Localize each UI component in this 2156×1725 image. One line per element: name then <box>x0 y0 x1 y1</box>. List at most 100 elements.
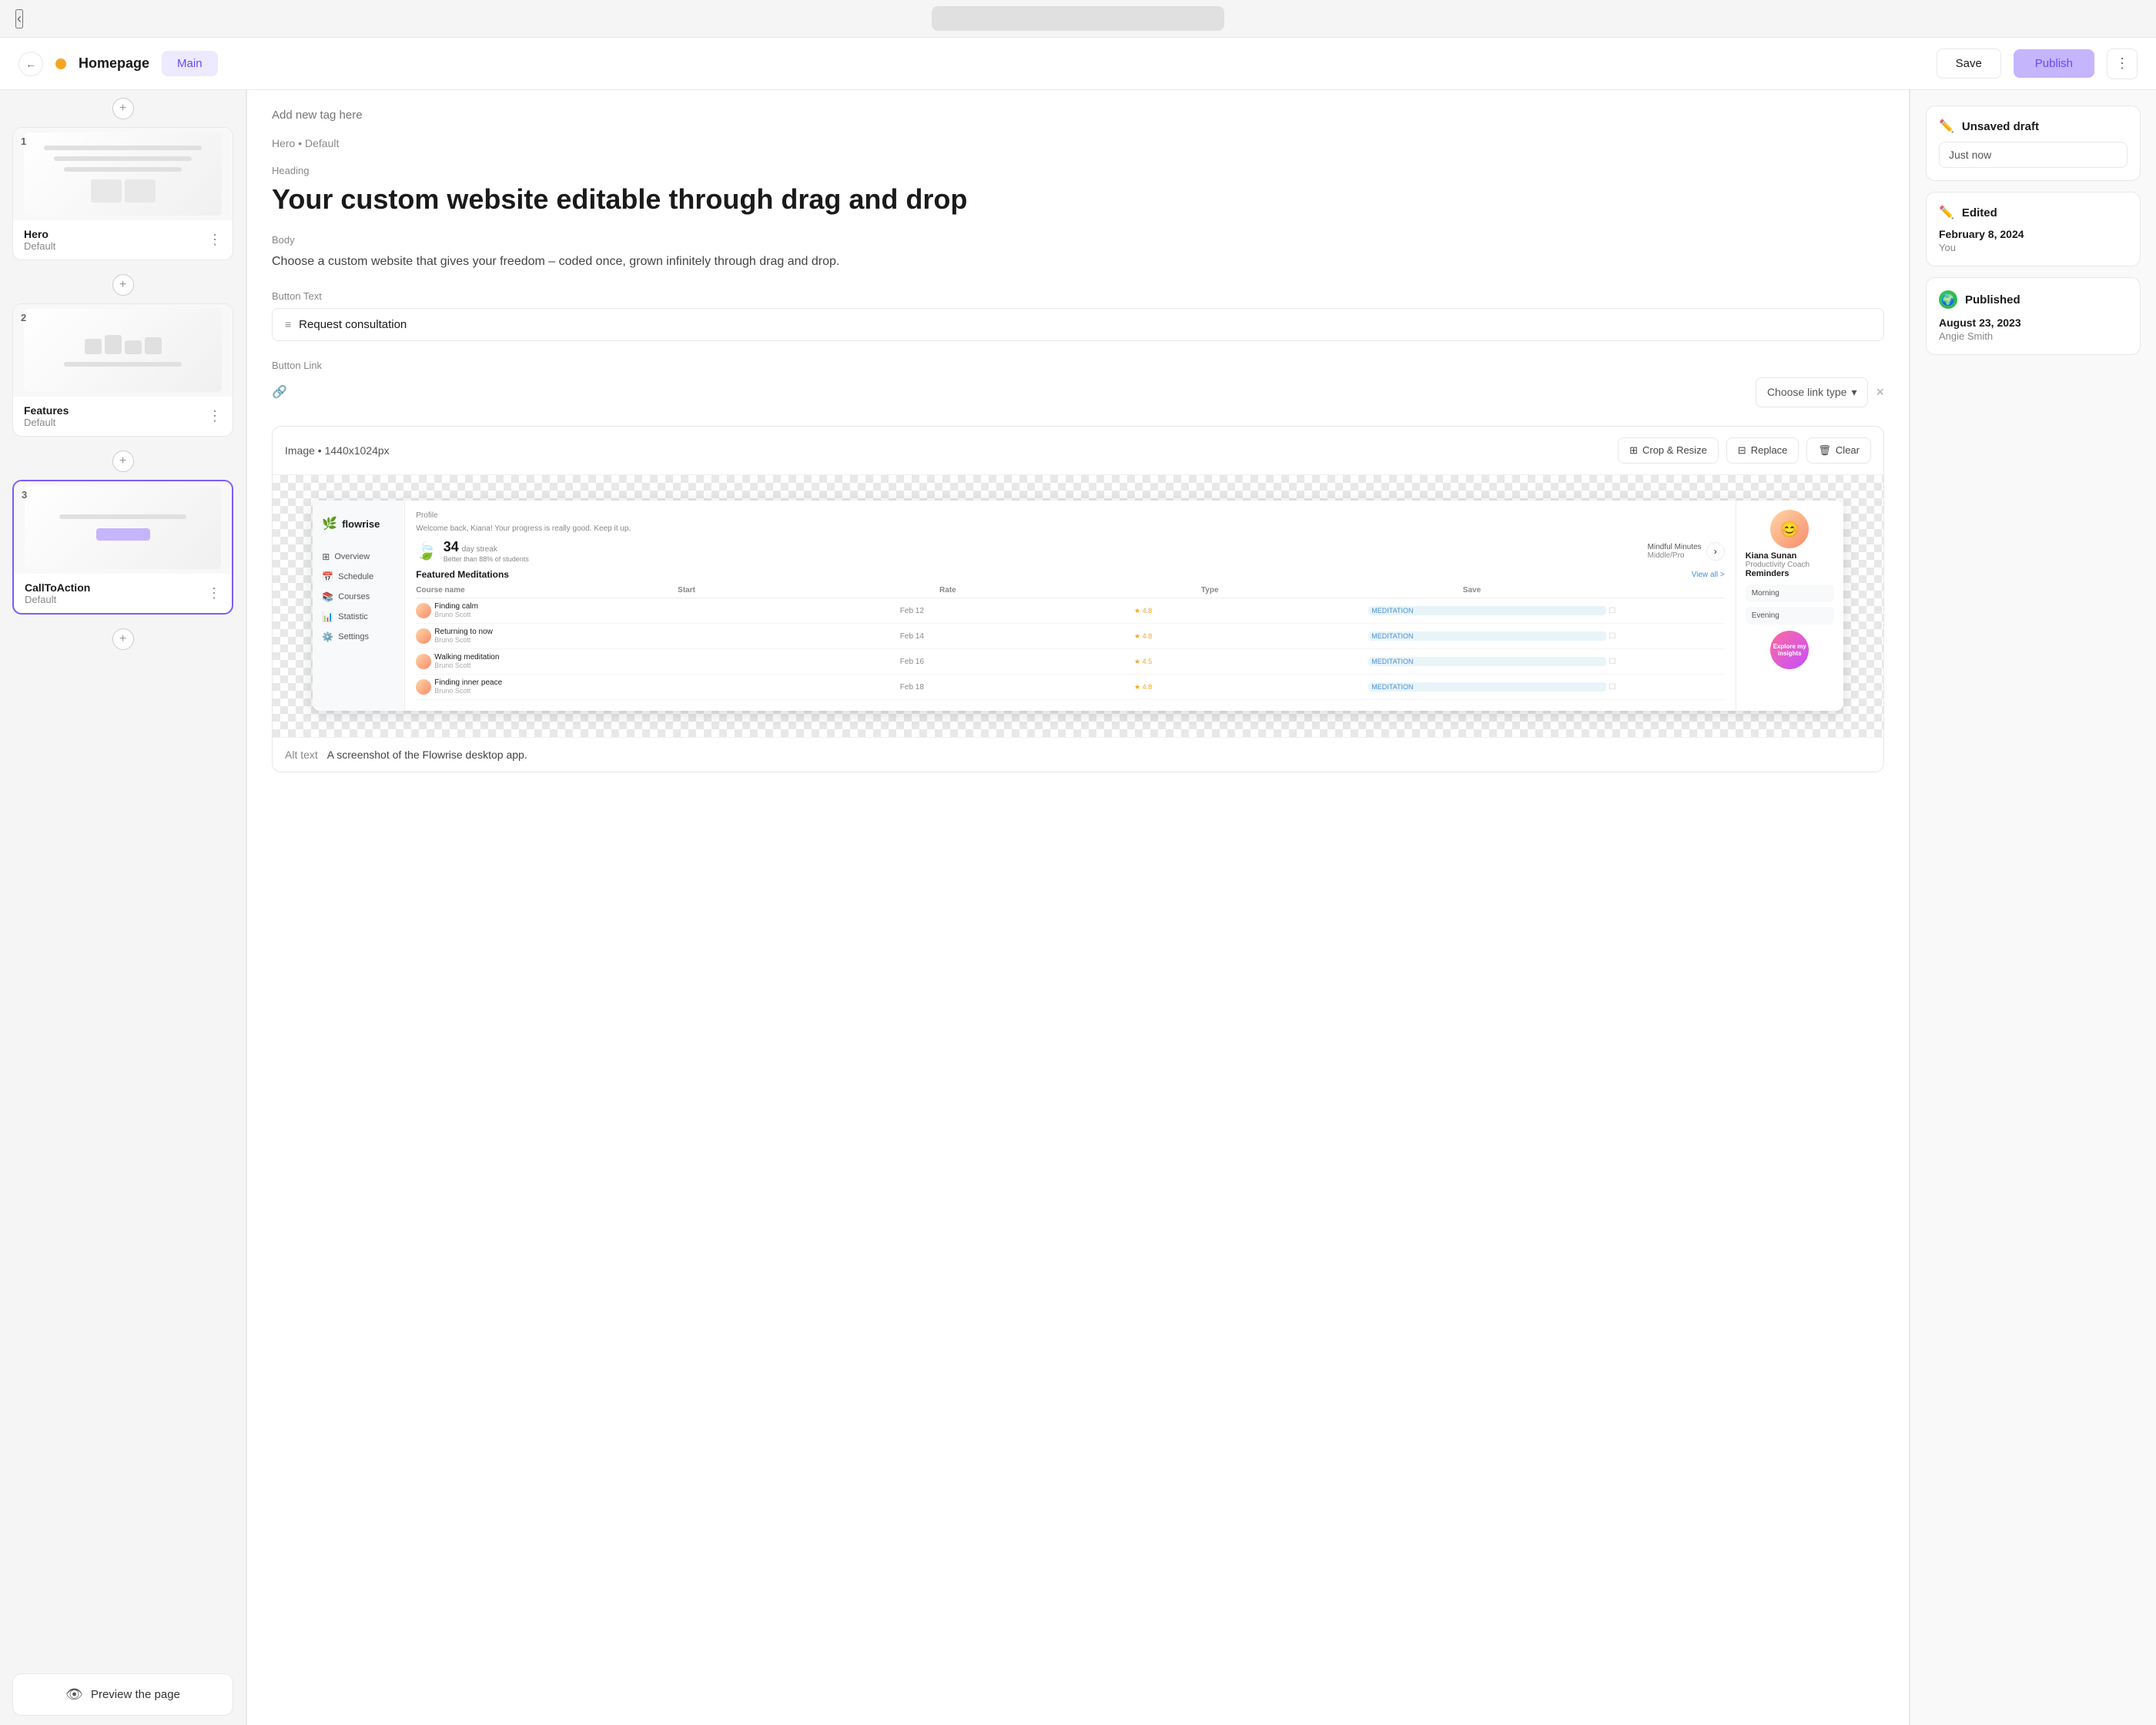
more-icon: ⋮ <box>2115 55 2129 72</box>
section-breadcrumb: Hero • Default <box>272 137 1884 149</box>
publish-button[interactable]: Publish <box>2014 49 2094 78</box>
add-section-top-button[interactable]: + <box>112 98 134 119</box>
section-more-hero[interactable]: ⋮ <box>208 232 222 248</box>
add-section-top[interactable]: + <box>12 98 233 119</box>
section-variant-cta: Default <box>25 594 90 605</box>
th-course: Course name <box>416 586 678 595</box>
replace-icon: ⊟ <box>1738 444 1746 457</box>
section-name-cta: CallToAction <box>25 581 90 594</box>
section-item-features[interactable]: 2 Features Defaul <box>12 303 233 437</box>
replace-button[interactable]: ⊟ Replace <box>1726 437 1799 464</box>
link-type-label: Choose link type <box>1767 386 1847 398</box>
add-section-middle-1-button[interactable]: + <box>112 274 134 296</box>
table-row: Finding calmBruno Scott Feb 12 ★ 4.8 MED… <box>416 598 1724 624</box>
image-section: Image • 1440x1024px ⊞ Crop & Resize ⊟ Re… <box>272 426 1884 772</box>
more-icon-cta: ⋮ <box>207 585 221 601</box>
section-number-2: 2 <box>21 312 26 323</box>
explore-button[interactable]: Explore my insights <box>1770 631 1809 669</box>
th-save: Save <box>1463 586 1725 595</box>
profile-image: 😊 <box>1770 510 1809 548</box>
edited-author: You <box>1939 242 2128 253</box>
button-text-field[interactable]: ≡ Request consultation <box>272 308 1884 341</box>
tab-main[interactable]: Main <box>162 51 218 76</box>
more-options-button[interactable]: ⋮ <box>2107 49 2138 79</box>
link-icon: 🔗 <box>272 384 287 400</box>
link-type-selector[interactable]: Choose link type ▾ <box>1756 377 1869 407</box>
profile-name: Kiana Sunan <box>1746 551 1834 561</box>
back-button[interactable]: ← <box>18 52 43 76</box>
unsaved-draft-section: ✏️ Unsaved draft Just now <box>1926 106 2141 181</box>
crop-resize-button[interactable]: ⊞ Crop & Resize <box>1618 437 1719 464</box>
crop-icon: ⊞ <box>1629 444 1638 457</box>
section-variant-features: Default <box>24 417 69 428</box>
section-more-cta[interactable]: ⋮ <box>207 585 221 601</box>
body-field-value[interactable]: Choose a custom website that gives your … <box>272 252 1884 272</box>
more-icon-features: ⋮ <box>208 408 222 424</box>
clear-button[interactable]: 🗑 Clear <box>1806 437 1871 464</box>
alt-text-value[interactable]: A screenshot of the Flowrise desktop app… <box>327 749 527 761</box>
button-text-label: Button Text <box>272 290 1884 302</box>
nav-item-overview[interactable]: ⊞ Overview <box>313 547 404 567</box>
published-label: Published <box>1965 293 2020 306</box>
mindful-label: Mindful Minutes <box>1648 543 1702 551</box>
mindful-sub: Middle/Pro <box>1648 551 1685 560</box>
published-author: Angie Smith <box>1939 330 2128 342</box>
pages-sidebar: + 1 <box>0 90 246 1725</box>
unsaved-draft-time: Just now <box>1939 142 2128 168</box>
table-row: Returning to nowBruno Scott Feb 14 ★ 4.8… <box>416 624 1724 649</box>
section-name-hero: Hero <box>24 228 55 240</box>
section-item-cta[interactable]: 3 CallToAction Default ⋮ <box>12 480 233 615</box>
preview-page-button[interactable]: 👁 Preview the page <box>12 1673 233 1716</box>
add-section-bottom[interactable]: + <box>12 628 233 650</box>
streak-sub: Better than 88% of students <box>444 555 529 563</box>
add-section-middle-1[interactable]: + <box>12 274 233 296</box>
save-button[interactable]: Save <box>1937 49 2001 79</box>
plus-icon-bottom: + <box>119 632 126 646</box>
nav-item-courses[interactable]: 📚 Courses <box>313 587 404 607</box>
add-section-middle-2-button[interactable]: + <box>112 451 134 472</box>
content-editor: Hero • Default Heading Your custom websi… <box>246 90 1910 1725</box>
trash-icon: 🗑 <box>1818 444 1831 457</box>
body-field-label: Body <box>272 234 1884 246</box>
eye-icon: 👁 <box>65 1686 83 1703</box>
app-logo-text: flowrise <box>342 518 380 530</box>
unsaved-draft-label: Unsaved draft <box>1962 120 2039 133</box>
next-arrow[interactable]: › <box>1706 542 1725 561</box>
edited-label: Edited <box>1962 206 1997 219</box>
back-arrow-icon: ‹ <box>17 11 22 26</box>
featured-title: Featured Meditations <box>416 569 509 580</box>
app-profile-title: Profile <box>416 511 1724 520</box>
plus-icon-mid1: + <box>119 278 126 292</box>
table-row: Walking meditationBruno Scott Feb 16 ★ 4… <box>416 649 1724 675</box>
alt-text-label: Alt text <box>285 749 318 761</box>
section-more-features[interactable]: ⋮ <box>208 408 222 424</box>
nav-item-settings[interactable]: ⚙️ Settings <box>313 627 404 647</box>
tag-input[interactable] <box>272 109 1884 122</box>
streak-number: 34 <box>444 539 459 555</box>
edited-date: February 8, 2024 <box>1939 228 2128 240</box>
button-link-label: Button Link <box>272 360 1884 371</box>
section-item-hero[interactable]: 1 Hero Default <box>12 127 233 260</box>
back-icon: ← <box>25 58 36 70</box>
heading-field-label: Heading <box>272 165 1884 176</box>
nav-item-statistic[interactable]: 📊 Statistic <box>313 607 404 627</box>
reminder-item-2: Evening <box>1746 607 1834 625</box>
global-back-button[interactable]: ‹ <box>15 9 23 28</box>
heading-field-value[interactable]: Your custom website editable through dra… <box>272 183 1884 216</box>
section-number-3: 3 <box>22 489 27 501</box>
hamburger-icon: ≡ <box>285 318 291 330</box>
more-icon-hero: ⋮ <box>208 232 222 247</box>
preview-label: Preview the page <box>91 1688 180 1701</box>
image-preview: 🌿 flowrise ⊞ Overview 📅 <box>273 475 1883 737</box>
add-section-middle-2[interactable]: + <box>12 451 233 472</box>
view-all[interactable]: View all > <box>1692 571 1725 579</box>
streak-leaf-icon: 🍃 <box>416 541 437 561</box>
nav-item-schedule[interactable]: 📅 Schedule <box>313 567 404 587</box>
link-clear-button[interactable]: × <box>1876 384 1884 400</box>
streak-label: day streak <box>462 545 497 554</box>
section-thumbnail-features <box>13 304 233 397</box>
chevron-down-icon: ▾ <box>1851 386 1856 399</box>
section-thumbnail-cta <box>14 481 232 574</box>
add-section-bottom-button[interactable]: + <box>112 628 134 650</box>
th-rate: Rate <box>939 586 1201 595</box>
